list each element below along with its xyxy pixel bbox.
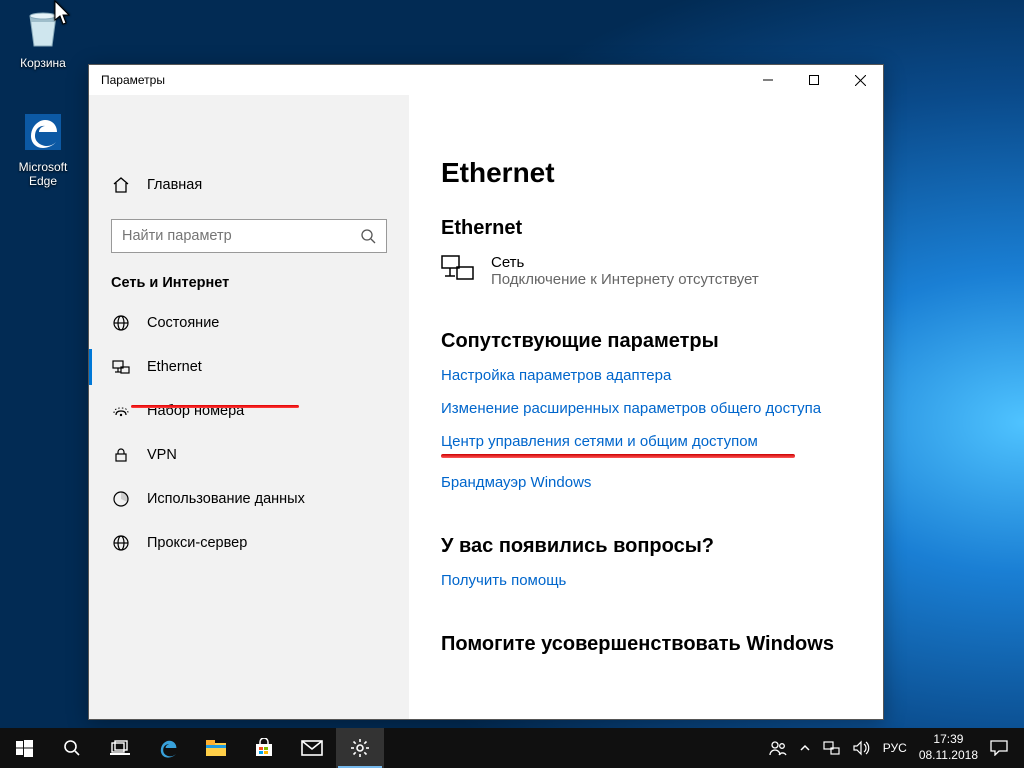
- link-text: Центр управления сетями и общим доступом: [441, 433, 758, 450]
- network-name: Сеть: [491, 254, 759, 271]
- taskbar-store[interactable]: [240, 728, 288, 768]
- taskbar-settings[interactable]: [336, 728, 384, 768]
- sidebar-item-status[interactable]: Состояние: [89, 301, 409, 345]
- edge-icon: [19, 108, 67, 156]
- sidebar-section-label: Сеть и Интернет: [89, 269, 409, 301]
- start-button[interactable]: [0, 728, 48, 768]
- data-usage-icon: [111, 489, 131, 509]
- tray-time: 17:39: [933, 732, 963, 748]
- sidebar-item-vpn[interactable]: VPN: [89, 433, 409, 477]
- search-icon: [360, 228, 376, 244]
- taskbar-mail[interactable]: [288, 728, 336, 768]
- vpn-icon: [111, 445, 131, 465]
- tray-date: 08.11.2018: [919, 748, 978, 764]
- settings-window: Параметры Главная: [88, 64, 884, 720]
- home-icon: [111, 175, 131, 195]
- link-firewall[interactable]: Брандмауэр Windows: [441, 474, 853, 491]
- link-get-help[interactable]: Получить помощь: [441, 572, 853, 589]
- ethernet-icon: [111, 357, 131, 377]
- close-button[interactable]: [837, 65, 883, 95]
- sidebar-item-label: Состояние: [147, 315, 219, 331]
- tray-people[interactable]: [763, 728, 793, 768]
- sidebar-home-label: Главная: [147, 177, 202, 193]
- annotation-underline: [131, 405, 299, 408]
- annotation-underline: [441, 454, 795, 458]
- search-field[interactable]: [122, 228, 360, 244]
- sidebar-item-label: Ethernet: [147, 359, 202, 375]
- sidebar-item-ethernet[interactable]: Ethernet: [89, 345, 409, 389]
- link-adapter-settings[interactable]: Настройка параметров адаптера: [441, 367, 853, 384]
- dialup-icon: [111, 401, 131, 421]
- desktop-icon-label: Microsoft Edge: [6, 160, 80, 188]
- proxy-icon: [111, 533, 131, 553]
- search-button[interactable]: [48, 728, 96, 768]
- network-icon: [441, 254, 477, 282]
- taskbar-edge[interactable]: [144, 728, 192, 768]
- related-title: Сопутствующие параметры: [441, 330, 853, 353]
- desktop-icon-edge[interactable]: Microsoft Edge: [6, 108, 80, 188]
- sidebar-item-dialup[interactable]: Набор номера: [89, 389, 409, 433]
- sidebar-item-label: Использование данных: [147, 491, 305, 507]
- tray-action-center-icon[interactable]: [984, 728, 1014, 768]
- tray-clock[interactable]: 17:39 08.11.2018: [913, 728, 984, 768]
- main-content: Ethernet Ethernet Сеть Подключение к Инт…: [409, 95, 883, 719]
- desktop-icon-label: Корзина: [6, 56, 80, 70]
- taskbar-explorer[interactable]: [192, 728, 240, 768]
- link-network-center[interactable]: Центр управления сетями и общим доступом: [441, 433, 853, 450]
- questions-title: У вас появились вопросы?: [441, 535, 853, 558]
- system-tray: РУС 17:39 08.11.2018: [763, 728, 1024, 768]
- section-heading: Ethernet: [441, 217, 853, 240]
- help-title: Помогите усовершенствовать Windows: [441, 633, 853, 656]
- titlebar[interactable]: Параметры: [89, 65, 883, 95]
- page-title: Ethernet: [441, 157, 853, 189]
- taskview-button[interactable]: [96, 728, 144, 768]
- taskbar: РУС 17:39 08.11.2018: [0, 728, 1024, 768]
- tray-chevron-up-icon[interactable]: [793, 728, 817, 768]
- maximize-button[interactable]: [791, 65, 837, 95]
- network-status: Подключение к Интернету отсутствует: [491, 271, 759, 288]
- tray-volume-icon[interactable]: [847, 728, 877, 768]
- window-title: Параметры: [89, 73, 165, 87]
- sidebar-item-label: VPN: [147, 447, 177, 463]
- sidebar: Главная Сеть и Интернет Состояние: [89, 95, 409, 719]
- search-input[interactable]: [111, 219, 387, 253]
- show-desktop-button[interactable]: [1014, 728, 1020, 768]
- sidebar-home[interactable]: Главная: [89, 163, 409, 207]
- sidebar-item-label: Прокси-сервер: [147, 535, 247, 551]
- link-advanced-sharing[interactable]: Изменение расширенных параметров общего …: [441, 400, 853, 417]
- sidebar-item-proxy[interactable]: Прокси-сервер: [89, 521, 409, 565]
- status-icon: [111, 313, 131, 333]
- tray-language[interactable]: РУС: [877, 728, 913, 768]
- mouse-cursor: [54, 0, 74, 28]
- desktop[interactable]: Корзина Microsoft Edge Параметры: [0, 0, 1024, 768]
- network-tile[interactable]: Сеть Подключение к Интернету отсутствует: [441, 254, 853, 288]
- sidebar-item-data-usage[interactable]: Использование данных: [89, 477, 409, 521]
- tray-network-icon[interactable]: [817, 728, 847, 768]
- minimize-button[interactable]: [745, 65, 791, 95]
